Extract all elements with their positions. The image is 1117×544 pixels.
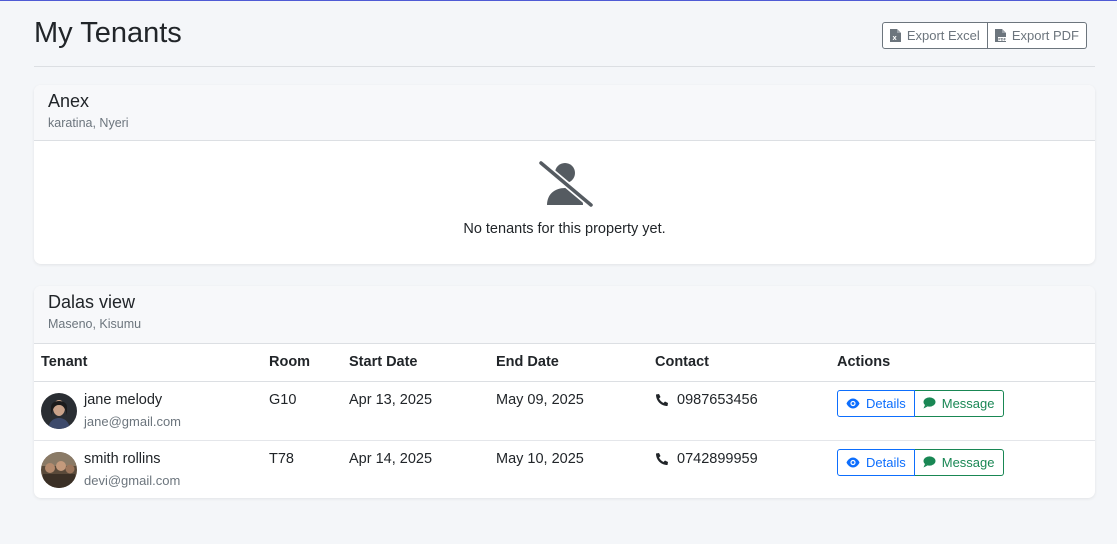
message-label: Message: [941, 454, 995, 470]
table-row: jane melody jane@gmail.com G10 Apr 13, 2…: [34, 381, 1095, 441]
column-header-contact: Contact: [648, 344, 830, 382]
tenant-email: devi@gmail.com: [84, 472, 181, 488]
room-cell: T78: [269, 450, 294, 467]
page: My Tenants X Export Excel PDF Export PDF: [34, 1, 1095, 498]
page-title: My Tenants: [34, 17, 182, 49]
message-label: Message: [941, 395, 995, 411]
details-button[interactable]: Details: [837, 448, 915, 476]
details-button[interactable]: Details: [837, 389, 915, 417]
message-button[interactable]: Message: [914, 389, 1004, 417]
contact-cell: 0742899959: [648, 440, 830, 498]
excel-file-icon: X: [889, 29, 901, 42]
actions-cell: Details Message: [830, 381, 1095, 441]
column-header-start-date: Start Date: [342, 344, 489, 382]
tenant-cell: smith rollins devi@gmail.com: [34, 440, 262, 498]
tenant-email: jane@gmail.com: [84, 413, 182, 429]
end-date-cell: May 10, 2025: [496, 450, 584, 467]
column-header-room: Room: [262, 344, 342, 382]
contact-cell: 0987653456: [648, 381, 830, 441]
table-header-row: Tenant Room Start Date End Date Contact …: [34, 344, 1095, 382]
tenant-name: smith rollins: [84, 450, 161, 467]
property-name: Dalas view: [48, 292, 136, 312]
end-date-cell: May 09, 2025: [489, 381, 648, 441]
details-label: Details: [866, 395, 906, 411]
phone-number: 0742899959: [677, 450, 758, 467]
export-excel-button[interactable]: X Export Excel: [881, 22, 988, 49]
start-date-cell: Apr 13, 2025: [342, 381, 489, 441]
comment-icon: [923, 397, 936, 409]
property-card-header: Dalas view Maseno, Kisumu: [34, 286, 1095, 344]
details-label: Details: [866, 454, 906, 470]
empty-state: No tenants for this property yet.: [34, 141, 1095, 237]
property-card-dalas-view: Dalas view Maseno, Kisumu Tenant Room St…: [34, 286, 1095, 498]
phone-icon: [656, 452, 668, 465]
user-slash-icon: [538, 161, 593, 207]
column-header-tenant: Tenant: [34, 344, 262, 382]
property-card-anex: Anex karatina, Nyeri No tenants for this…: [34, 85, 1095, 264]
comment-icon: [923, 456, 936, 468]
column-header-actions: Actions: [830, 344, 1095, 382]
phone-icon: [656, 393, 668, 406]
actions-cell: Details Message: [830, 440, 1095, 498]
table-row: smith rollins devi@gmail.com T78 Apr 14,…: [34, 440, 1095, 498]
property-location: Maseno, Kisumu: [48, 317, 142, 331]
tenant-cell: jane melody jane@gmail.com: [34, 381, 262, 441]
property-card-header: Anex karatina, Nyeri: [34, 85, 1095, 141]
page-header: My Tenants X Export Excel PDF Export PDF: [34, 1, 1095, 67]
eye-icon: [846, 457, 860, 467]
avatar: [41, 392, 77, 429]
export-excel-label: Export Excel: [906, 28, 980, 43]
empty-message: No tenants for this property yet.: [463, 221, 666, 237]
export-button-group: X Export Excel PDF Export PDF: [881, 22, 1087, 49]
tenants-table: Tenant Room Start Date End Date Contact …: [34, 344, 1095, 498]
property-location: karatina, Nyeri: [48, 116, 129, 130]
export-pdf-label: Export PDF: [1011, 28, 1079, 43]
message-button[interactable]: Message: [914, 448, 1004, 476]
pdf-file-icon: PDF: [994, 29, 1006, 42]
eye-icon: [846, 398, 860, 408]
avatar: [41, 451, 77, 488]
export-pdf-button[interactable]: PDF Export PDF: [987, 22, 1087, 49]
room-cell: G10: [262, 381, 342, 441]
phone-number: 0987653456: [677, 391, 758, 408]
column-header-end-date: End Date: [489, 344, 648, 382]
property-name: Anex: [48, 91, 90, 111]
start-date-cell: Apr 14, 2025: [349, 450, 433, 467]
tenant-name: jane melody: [84, 391, 163, 408]
svg-text:PDF: PDF: [998, 37, 1006, 41]
